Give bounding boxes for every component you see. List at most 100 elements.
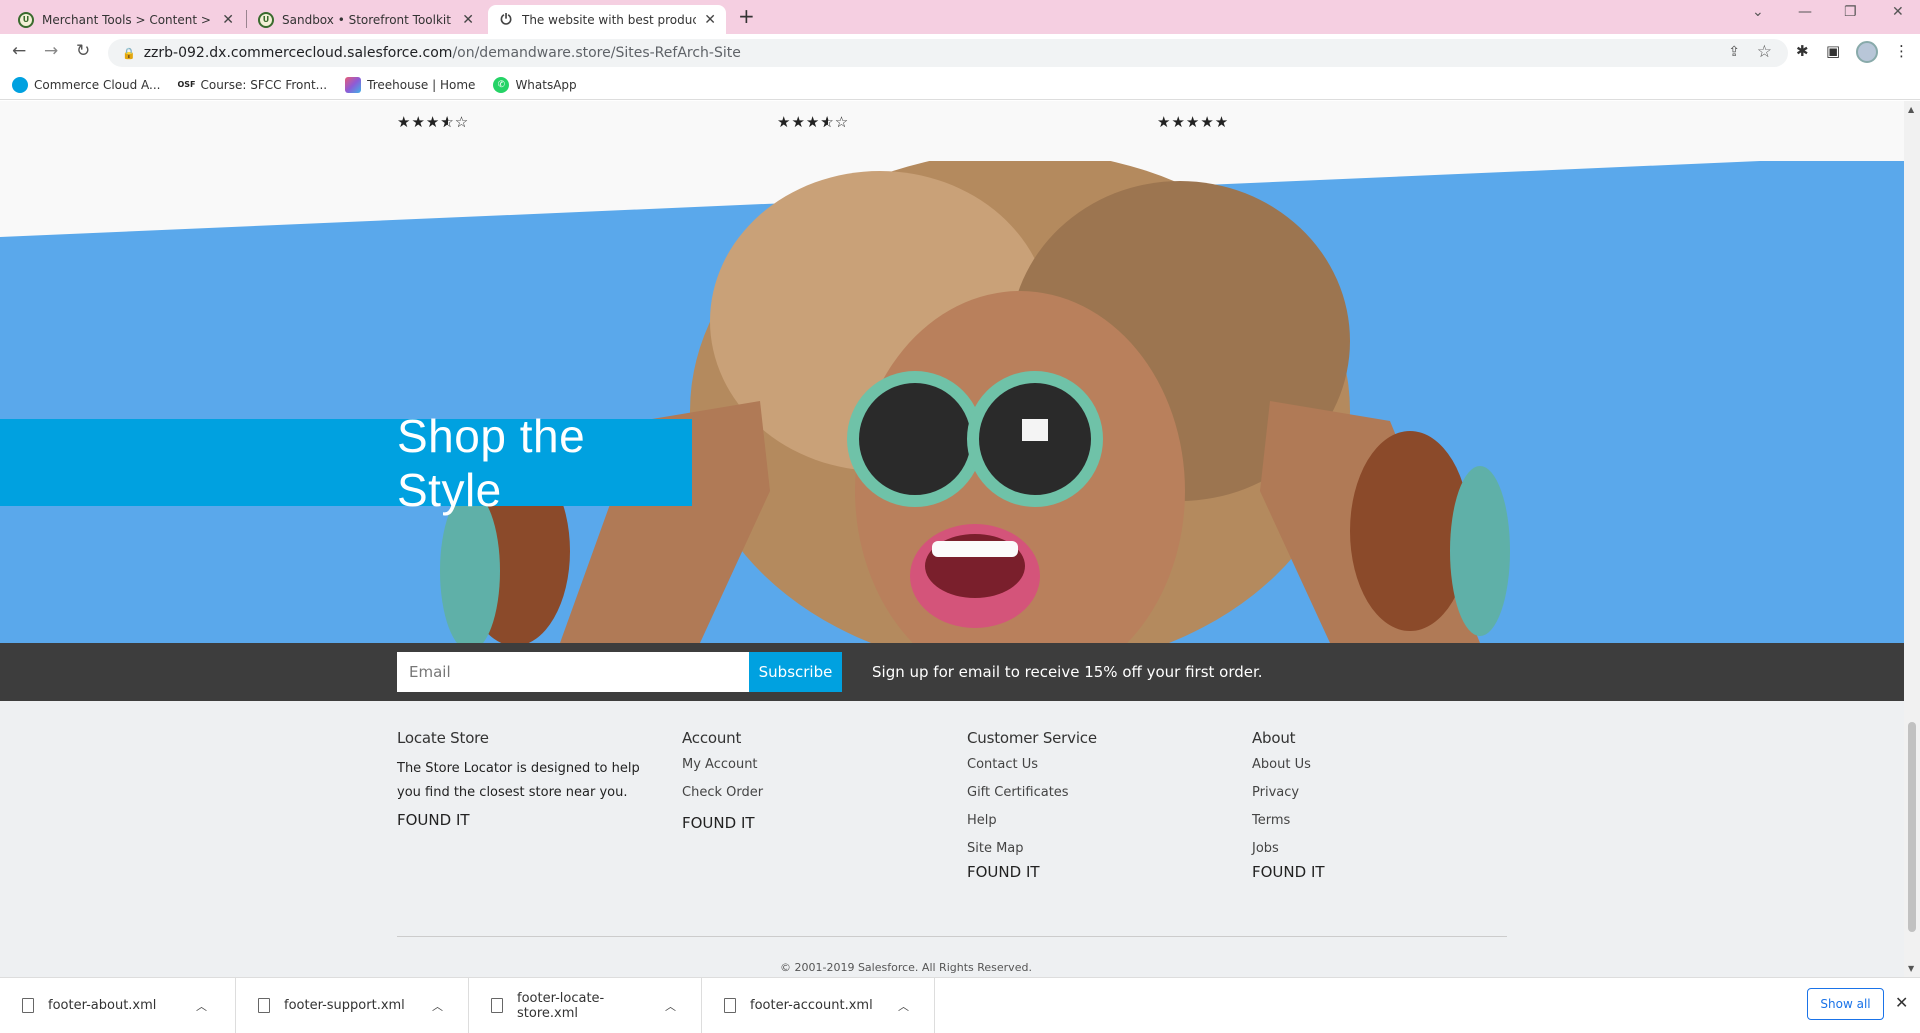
bookmark-label: WhatsApp [515,77,577,92]
email-signup-bar: Email Subscribe Sign up for email to rec… [0,643,1904,701]
download-filename: footer-about.xml [48,998,157,1013]
restore-icon[interactable]: ❐ [1844,4,1857,20]
footer-link-check-order[interactable]: Check Order [682,785,763,800]
footer-link-site-map[interactable]: Site Map [967,841,1097,856]
browser-toolbar: ← → ↻ 🔒 zzrb-092.dx.commercecloud.salesf… [0,34,1920,70]
scrollbar-thumb[interactable] [1908,722,1916,932]
download-item[interactable]: footer-support.xml ︿ [236,978,469,1033]
footer-link-privacy[interactable]: Privacy [1252,785,1311,800]
whatsapp-icon: ✆ [493,76,510,93]
file-icon [258,998,270,1013]
file-icon [491,998,503,1013]
file-icon [724,998,736,1013]
footer-heading: Locate Store [397,729,489,747]
found-it-label: FOUND IT [397,811,470,829]
tab-title: The website with best products a [522,12,697,27]
forward-icon[interactable]: → [44,41,58,61]
salesforce-cloud-icon [12,76,28,93]
shop-the-style-banner[interactable]: Shop the Style [0,410,692,516]
footer-heading: About [1252,729,1296,747]
footer-divider [397,936,1507,937]
hero-banner[interactable]: Shop the Style [0,161,1904,643]
show-all-button[interactable]: Show all [1807,988,1884,1020]
sfcc-favicon-icon: U [18,11,34,28]
bookmark-treehouse[interactable]: Treehouse | Home [345,76,475,93]
copyright-text: © 2001-2019 Salesforce. All Rights Reser… [780,961,1032,974]
found-it-label: FOUND IT [682,814,755,832]
back-icon[interactable]: ← [12,41,26,61]
download-filename: footer-account.xml [750,998,873,1013]
chevron-up-icon[interactable]: ︿ [898,998,909,1014]
download-filename: footer-locate-store.xml [517,990,605,1021]
footer-link-help[interactable]: Help [967,813,1097,828]
chevron-up-icon[interactable]: ︿ [196,998,207,1014]
footer-account: Account My Account Check Order [682,729,763,813]
product-tiles-row: ★★★★☆☆ ★★★★☆☆ ★★★★★ [0,101,1904,161]
tab-search-icon[interactable]: ⌄ [1752,4,1764,20]
subscribe-button[interactable]: Subscribe [749,652,842,692]
chevron-up-icon[interactable]: ︿ [432,998,443,1014]
found-it-label: FOUND IT [967,863,1040,881]
download-item[interactable]: footer-about.xml ︿ [0,978,236,1033]
store-locator-text: The Store Locator is designed to help yo… [397,761,640,800]
url-path: /on/demandware.store/Sites-RefArch-Site [452,45,741,61]
window-close-icon[interactable]: ✕ [1892,4,1904,20]
tab-merchant-tools[interactable]: U Merchant Tools > Content > Co ✕ [8,5,244,34]
tab-title: Sandbox • Storefront Toolkit • Bu [282,12,454,27]
chevron-up-icon[interactable]: ︿ [665,998,676,1014]
footer-link-contact-us[interactable]: Contact Us [967,757,1097,772]
download-item[interactable]: footer-locate-store.xml ︿ [469,978,702,1033]
bookmark-sfcc-course[interactable]: OSF Course: SFCC Front... [177,76,328,93]
bookmark-commerce-cloud[interactable]: Commerce Cloud A... [12,76,160,93]
menu-icon[interactable]: ⋮ [1894,42,1909,60]
lock-icon: 🔒 [122,46,136,60]
rating-stars: ★★★★★ [1157,113,1230,131]
footer-link-gift-certificates[interactable]: Gift Certificates [967,785,1097,800]
footer-link-jobs[interactable]: Jobs [1252,841,1311,856]
download-filename: footer-support.xml [284,998,405,1013]
page-viewport: ★★★★☆☆ ★★★★☆☆ ★★★★★ Shop the Style Email… [0,101,1904,977]
extensions-icon[interactable]: ✱ [1796,42,1809,60]
minimize-icon[interactable]: — [1798,4,1812,20]
bookmark-star-icon[interactable]: ☆ [1757,42,1772,62]
close-downloads-icon[interactable]: ✕ [1895,993,1908,1012]
download-item[interactable]: footer-account.xml ︿ [702,978,935,1033]
footer-about: About About Us Privacy Terms Jobs [1252,729,1311,869]
hero-image [0,161,1904,643]
footer-link-about-us[interactable]: About Us [1252,757,1311,772]
close-tab-icon[interactable]: ✕ [462,12,474,28]
footer-heading: Customer Service [967,729,1097,747]
footer-link-terms[interactable]: Terms [1252,813,1311,828]
osf-icon: OSF [177,76,196,93]
footer-locate-store: Locate Store The Store Locator is design… [397,729,657,805]
rating-stars: ★★★★☆☆ [777,113,850,131]
sfcc-favicon-icon: U [258,11,274,28]
scroll-down-icon[interactable]: ▼ [1908,964,1914,973]
tab-strip: U Merchant Tools > Content > Co ✕ U Sand… [0,0,1920,34]
bookmark-whatsapp[interactable]: ✆ WhatsApp [493,76,577,93]
close-tab-icon[interactable]: ✕ [222,12,234,28]
share-icon[interactable]: ⇪ [1728,44,1740,60]
file-icon [22,998,34,1013]
profile-avatar[interactable] [1856,41,1878,63]
page-scrollbar[interactable]: ▲ ▼ [1904,101,1920,977]
footer-heading: Account [682,729,742,747]
bookmark-label: Course: SFCC Front... [200,77,328,92]
footer-link-my-account[interactable]: My Account [682,757,763,772]
side-panel-icon[interactable]: ▣ [1826,42,1840,60]
tab-title: Merchant Tools > Content > Co [42,12,215,27]
new-tab-button[interactable]: + [738,4,755,28]
tab-storefront[interactable]: ⏻ The website with best products a ✕ [488,5,726,34]
close-tab-icon[interactable]: ✕ [704,12,716,28]
treehouse-icon [345,76,362,93]
email-input[interactable]: Email [397,652,749,692]
tab-sandbox[interactable]: U Sandbox • Storefront Toolkit • Bu ✕ [248,5,484,34]
signup-promo-text: Sign up for email to receive 15% off you… [872,663,1263,681]
found-it-label: FOUND IT [1252,863,1325,881]
address-bar[interactable]: 🔒 zzrb-092.dx.commercecloud.salesforce.c… [108,39,1788,67]
downloads-bar: footer-about.xml ︿ footer-support.xml ︿ … [0,977,1920,1033]
url-host: zzrb-092.dx.commercecloud.salesforce.com [143,45,453,61]
scroll-up-icon[interactable]: ▲ [1908,105,1914,114]
reload-icon[interactable]: ↻ [76,41,90,61]
footer-customer-service: Customer Service Contact Us Gift Certifi… [967,729,1097,869]
